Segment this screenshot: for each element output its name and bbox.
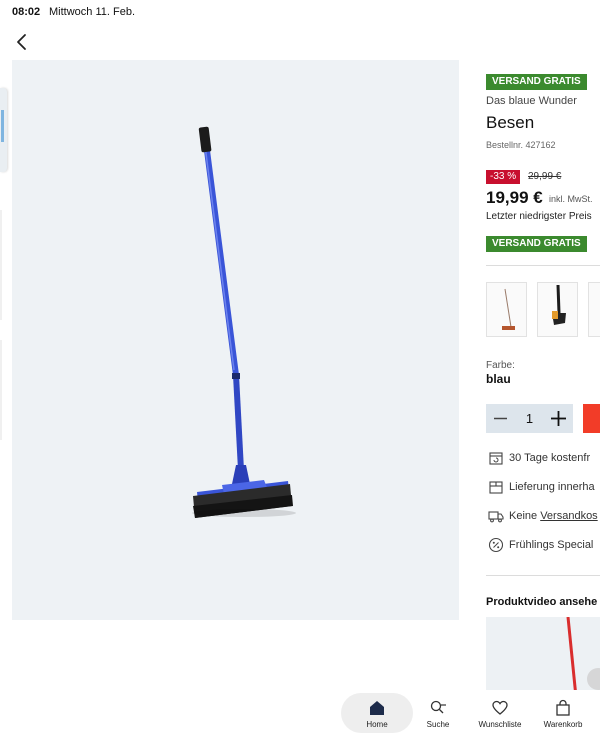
feature-text: 30 Tage kostenfr	[509, 452, 591, 464]
previous-item-peek[interactable]	[0, 88, 7, 172]
lowest-price-note: Letzter niedrigster Preis	[486, 211, 592, 222]
nav-wishlist[interactable]: Wunschliste	[464, 693, 536, 733]
discount-badge: -33 %	[486, 170, 521, 184]
product-title: Besen	[486, 113, 535, 132]
quantity-stepper: 1	[486, 404, 573, 433]
video-preview-image	[566, 616, 600, 698]
quantity-value[interactable]: 1	[515, 411, 544, 426]
add-to-cart-button[interactable]	[583, 404, 600, 433]
calendar-return-icon	[489, 452, 503, 465]
status-date: Mittwoch 11. Feb.	[49, 6, 135, 18]
broom-illustration	[192, 126, 296, 518]
minus-icon	[494, 417, 507, 420]
product-video-heading: Produktvideo ansehe	[486, 596, 598, 608]
thumbnail-3[interactable]	[588, 282, 600, 337]
product-info-panel: VERSAND GRATIS Das blaue Wunder Besen Be…	[486, 0, 600, 750]
shopping-bag-icon	[556, 699, 570, 716]
broom-thumbnail-image	[502, 288, 515, 330]
shipping-costs-link[interactable]: Versandkos	[540, 510, 597, 522]
product-image[interactable]	[12, 60, 459, 620]
feature-text-prefix: Keine	[509, 510, 541, 522]
package-icon	[489, 481, 503, 494]
product-video-player[interactable]	[486, 616, 600, 698]
heart-icon	[492, 700, 508, 715]
current-price: 19,99 €	[486, 188, 543, 207]
divider	[486, 265, 600, 266]
free-shipping-badge-secondary: VERSAND GRATIS	[486, 236, 587, 252]
divider	[486, 575, 600, 576]
feature-return-policy: 30 Tage kostenfr	[486, 449, 600, 467]
color-value: blau	[486, 372, 511, 386]
order-number: Bestellnr. 427162	[486, 140, 556, 150]
old-price: 29,99 €	[528, 171, 562, 182]
back-button[interactable]	[8, 28, 36, 56]
home-icon	[370, 701, 384, 715]
nav-cart[interactable]: Warenkorb	[527, 693, 599, 733]
free-shipping-badge: VERSAND GRATIS	[486, 74, 587, 90]
feature-text: Frühlings Special	[509, 539, 594, 551]
nav-label: Wunschliste	[478, 720, 522, 729]
bottom-navigation: Home Suche Wunschliste Warenkorb	[0, 690, 600, 750]
decrease-quantity-button[interactable]	[486, 404, 515, 433]
feature-text: Keine Versandkos	[509, 510, 598, 522]
nav-label: Warenkorb	[543, 720, 583, 729]
chevron-left-icon	[17, 34, 26, 50]
feature-spring-special: Frühlings Special	[486, 536, 600, 554]
search-icon	[430, 700, 446, 714]
tax-note: inkl. MwSt.	[549, 194, 593, 204]
color-label: Farbe:	[486, 360, 515, 371]
percent-icon	[488, 537, 504, 553]
feature-delivery-time: Lieferung innerha	[486, 478, 600, 496]
thumbnail-2[interactable]	[537, 282, 578, 337]
feature-shipping-costs: Keine Versandkos	[486, 507, 600, 525]
truck-icon	[488, 511, 504, 523]
edge-shadow	[0, 210, 2, 320]
increase-quantity-button[interactable]	[544, 404, 573, 433]
plus-icon	[551, 411, 566, 426]
status-time: 08:02	[12, 6, 41, 18]
thumbnail-1[interactable]	[486, 282, 527, 337]
broom-detail-thumbnail-image	[552, 284, 566, 325]
brand-link[interactable]: Das blaue Wunder	[486, 95, 577, 107]
edge-shadow	[0, 340, 2, 440]
feature-text: Lieferung innerha	[509, 481, 595, 493]
